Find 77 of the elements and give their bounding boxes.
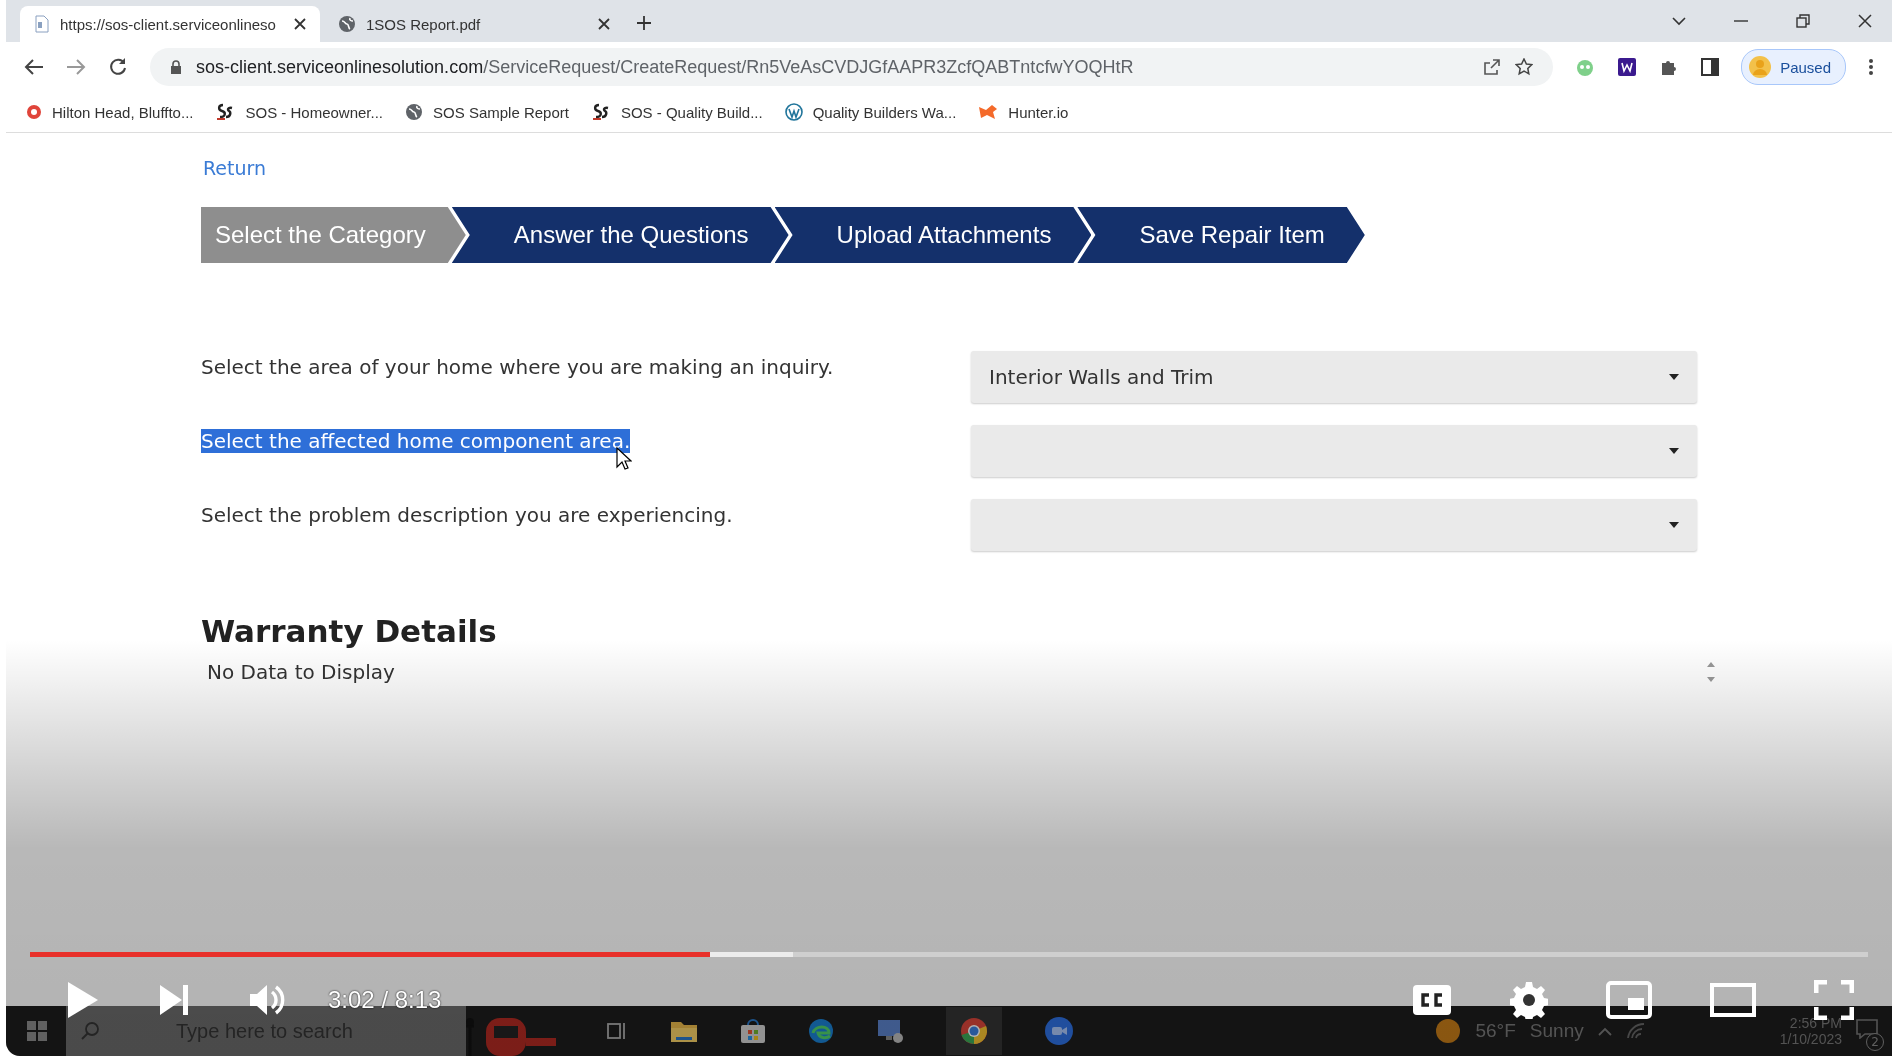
globe-icon: [338, 15, 356, 33]
swirl-logo-icon: [590, 102, 611, 122]
bookmark[interactable]: SOS Sample Report: [405, 103, 569, 121]
next-icon[interactable]: [158, 983, 190, 1017]
edge-icon[interactable]: [808, 1018, 834, 1044]
progress-bar[interactable]: [30, 952, 1868, 957]
caret-icon: [1669, 448, 1679, 454]
share-icon[interactable]: [1483, 58, 1502, 76]
return-link[interactable]: Return: [201, 151, 269, 185]
windows-start-icon[interactable]: [26, 1020, 48, 1042]
close-icon[interactable]: [294, 18, 306, 30]
lock-icon: [170, 60, 182, 74]
volume-icon[interactable]: [248, 983, 286, 1017]
bookmark[interactable]: Hilton Head, Bluffto...: [26, 103, 194, 121]
notification-icon[interactable]: [1856, 1019, 1878, 1039]
store-icon[interactable]: [740, 1018, 766, 1044]
globe-icon: [405, 103, 424, 121]
wizard-step[interactable]: Save Repair Item: [1077, 207, 1365, 263]
fox-icon: [978, 103, 999, 121]
forward-icon[interactable]: [66, 58, 86, 76]
theater-mode-icon[interactable]: [1710, 983, 1756, 1017]
tab-title: 1SOS Report.pdf: [366, 15, 482, 33]
caret-icon: [1669, 374, 1679, 380]
star-icon[interactable]: [1515, 58, 1534, 76]
miniplayer-icon[interactable]: [1606, 981, 1652, 1019]
wizard-step[interactable]: Upload Attachments: [774, 207, 1092, 263]
section-title: Warranty Details: [201, 613, 497, 649]
question-label: Select the affected home component area.: [201, 429, 631, 453]
sun-icon: [1435, 1018, 1462, 1044]
dropdown-field[interactable]: [971, 425, 1697, 477]
close-icon[interactable]: [1858, 14, 1872, 28]
wizard-step[interactable]: Answer the Questions: [451, 207, 789, 263]
extension-logo-icon[interactable]: [1617, 57, 1638, 77]
new-tab-icon[interactable]: [636, 15, 652, 31]
empty-message: No Data to Display: [206, 660, 395, 684]
profile-button[interactable]: Paused: [1741, 49, 1846, 85]
settings-icon[interactable]: [1510, 981, 1548, 1019]
wordpress-icon: [784, 103, 803, 121]
task-view-icon[interactable]: [606, 1021, 628, 1041]
question-label: Select the area of your home where you are making an inquiry.: [201, 355, 834, 379]
avatar-icon: [1748, 55, 1773, 79]
captions-icon[interactable]: [1412, 984, 1452, 1016]
computer-icon[interactable]: [876, 1018, 904, 1044]
chevron-down-icon[interactable]: [1672, 16, 1686, 26]
play-icon[interactable]: [66, 980, 100, 1020]
cursor-icon: [616, 447, 632, 471]
bookmark[interactable]: Hunter.io: [978, 103, 1069, 121]
bookmark[interactable]: SOS - Quality Build...: [590, 102, 763, 122]
temperature-text: 56°F: [1475, 1020, 1516, 1042]
chrome-icon[interactable]: [946, 1007, 1002, 1055]
clock-date: 1/10/2023: [1779, 1031, 1842, 1047]
url-text: sos-client.serviceonlinesolution.com/ServiceRequest/CreateRequest/Rn5VeAsCVDJGfAAPR3ZcfQABTntcfwYOQHtR: [196, 56, 1134, 78]
question-label: Select the problem description you are experiencing.: [201, 503, 733, 527]
close-icon[interactable]: [598, 18, 610, 30]
chevron-up-icon[interactable]: [1597, 1026, 1612, 1036]
record-icon: [26, 104, 42, 120]
more-icon[interactable]: [1868, 58, 1874, 76]
weather-text: Sunny: [1529, 1020, 1584, 1042]
reload-icon[interactable]: [108, 57, 128, 77]
back-icon[interactable]: [24, 58, 44, 76]
caret-icon: [1669, 522, 1679, 528]
bookmark[interactable]: SOS - Homeowner...: [215, 102, 384, 122]
tab-title: https://sos-client.serviceonlineso: [60, 15, 277, 33]
browser-tab[interactable]: https://sos-client.serviceonlineso: [20, 6, 320, 42]
restore-icon[interactable]: [1796, 14, 1810, 28]
address-bar[interactable]: sos-client.serviceonlinesolution.com/ServiceRequest/CreateRequest/Rn5VeAsCVDJGfAAPR3ZcfQABTntcfwYOQHtR: [150, 48, 1554, 86]
side-panel-icon[interactable]: [1701, 58, 1720, 76]
video-call-icon[interactable]: [1044, 1016, 1074, 1046]
search-icon: [80, 1021, 100, 1041]
page-icon: [34, 15, 50, 33]
fullscreen-icon[interactable]: [1814, 980, 1854, 1020]
bookmark[interactable]: Quality Builders Wa...: [784, 103, 957, 121]
browser-tab[interactable]: 1SOS Report.pdf: [324, 6, 624, 42]
folder-icon[interactable]: [670, 1019, 698, 1043]
dropdown-field[interactable]: [971, 499, 1697, 551]
notification-badge: 2: [1866, 1033, 1884, 1051]
dropdown-field[interactable]: Interior Walls and Trim: [971, 351, 1697, 403]
